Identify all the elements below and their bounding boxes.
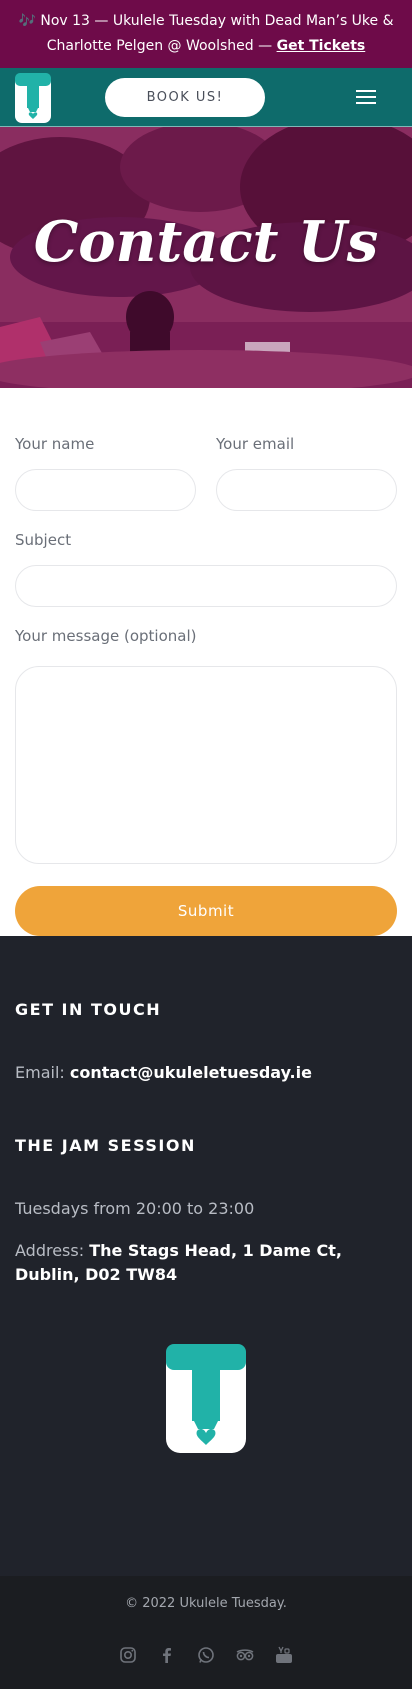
address-prefix: Address: [15,1241,90,1260]
submit-button[interactable]: Submit [15,886,397,936]
tripadvisor-icon[interactable] [235,1645,255,1665]
subject-field-wrap [15,565,397,607]
contact-form: Your name Your email Subject Your messag… [0,388,412,936]
page-title: Contact Us [33,209,379,275]
contact-email: Email: contact@ukuleletuesday.ie [15,1061,400,1085]
site-footer: GET IN TOUCH Email: contact@ukuleletuesd… [0,936,412,1576]
email-field-wrap [216,469,397,511]
message-field-wrap [15,666,397,864]
whatsapp-icon[interactable] [196,1645,216,1665]
announcement-bar: 🎶 Nov 13 — Ukulele Tuesday with Dead Man… [0,0,412,68]
youtube-icon[interactable] [274,1645,294,1665]
book-us-button[interactable]: BOOK US! [105,78,265,117]
copyright-text: © 2022 Ukulele Tuesday. [125,1596,287,1611]
bottom-bar: © 2022 Ukulele Tuesday. [0,1576,412,1689]
subject-field[interactable] [16,566,396,606]
get-in-touch-heading: GET IN TOUCH [15,1000,162,1019]
email-label: Your email [216,435,295,453]
instagram-icon[interactable] [118,1645,138,1665]
jam-schedule: Tuesdays from 20:00 to 23:00 [15,1199,255,1218]
email-field[interactable] [217,470,396,510]
jam-session-heading: THE JAM SESSION [15,1136,196,1155]
name-field[interactable] [16,470,195,510]
message-field[interactable] [16,667,396,863]
ukulele-tuesday-large-logo [166,1344,246,1453]
social-links [0,1644,412,1664]
email-link[interactable]: contact@ukuleletuesday.ie [70,1063,312,1082]
name-field-wrap [15,469,196,511]
message-label: Your message (optional) [15,627,197,645]
get-tickets-link[interactable]: Get Tickets [277,38,366,54]
hamburger-menu-icon[interactable] [354,86,378,108]
site-header: BOOK US! [0,68,412,127]
subject-label: Subject [15,531,72,549]
hero-banner: Contact Us [0,127,412,388]
facebook-icon[interactable] [157,1645,177,1665]
ukulele-tuesday-logo[interactable] [14,72,52,124]
venue-address: Address: The Stags Head, 1 Dame Ct, Dubl… [15,1239,400,1287]
email-prefix: Email: [15,1063,70,1082]
name-label: Your name [15,435,95,453]
